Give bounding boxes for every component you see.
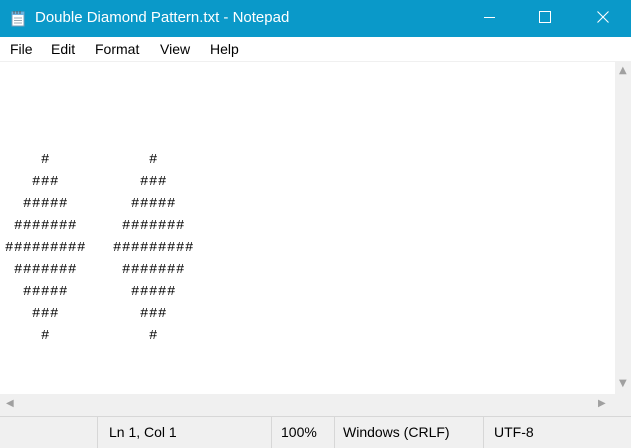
status-cell-zoom: 100% [271,417,335,448]
status-cell-encoding: UTF-8 [483,417,631,448]
status-cell-position: Ln 1, Col 1 [97,417,272,448]
minimize-button[interactable] [466,0,512,37]
menu-file[interactable]: File [10,41,33,58]
maximize-button[interactable] [522,0,568,37]
scroll-right-icon[interactable]: ▶ [598,398,606,409]
cursor-position: Ln 1, Col 1 [109,424,177,440]
minimize-icon [483,10,495,28]
vertical-scrollbar[interactable]: ▲ ▼ [615,61,631,394]
scroll-up-icon[interactable]: ▲ [619,65,627,76]
status-cell-line-ending: Windows (CRLF) [334,417,484,448]
window-title: Double Diamond Pattern.txt - Notepad [35,9,290,26]
notepad-icon[interactable] [11,10,25,27]
title-bar[interactable]: Double Diamond Pattern.txt - Notepad [0,0,631,37]
zoom-level: 100% [281,424,317,440]
scrollbar-corner [615,394,631,416]
document-text[interactable]: # # ### ### ##### ##### ####### ####### … [5,105,194,347]
encoding: UTF-8 [494,424,534,440]
menu-help[interactable]: Help [210,41,239,58]
horizontal-scrollbar[interactable]: ◀ ▶ [0,394,615,416]
line-ending: Windows (CRLF) [343,424,450,440]
text-editor[interactable]: # # ### ### ##### ##### ####### ####### … [0,61,615,395]
menu-bar: File Edit Format View Help [0,37,631,61]
menu-view[interactable]: View [160,41,190,58]
menu-edit[interactable]: Edit [51,41,75,58]
close-button[interactable] [580,0,626,37]
maximize-icon [539,10,551,28]
menu-format[interactable]: Format [95,41,139,58]
close-icon [597,10,609,28]
status-bar: Ln 1, Col 1 100% Windows (CRLF) UTF-8 [0,416,631,448]
scroll-left-icon[interactable]: ◀ [6,398,14,409]
scroll-down-icon[interactable]: ▼ [619,378,627,389]
